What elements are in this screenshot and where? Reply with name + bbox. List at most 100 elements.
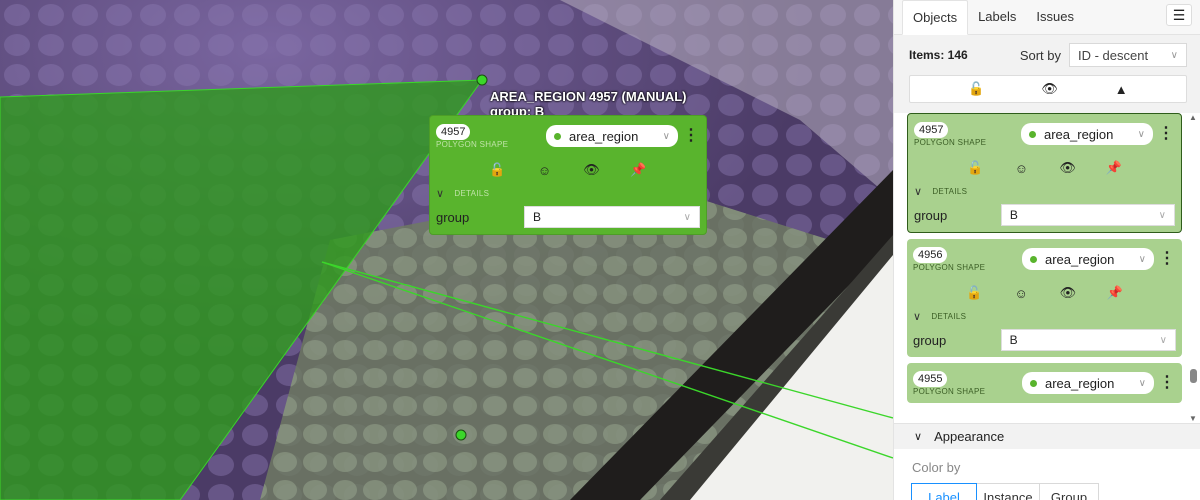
attribute-name: group	[914, 207, 948, 223]
pin-icon[interactable]: 📌	[629, 162, 649, 178]
shape-type: POLYGON SHAPE	[436, 140, 509, 149]
details-toggle[interactable]: ∨ DETAILS	[436, 186, 700, 200]
lock-all-icon[interactable]: 🔓	[968, 81, 984, 97]
attribute-value: B	[1009, 208, 1018, 222]
chevron-down-icon: ∨	[913, 310, 922, 323]
label-color-dot	[1030, 255, 1037, 263]
label-value: area_region	[1045, 375, 1115, 391]
tab-objects[interactable]: Objects	[902, 0, 969, 35]
object-id-badge: 4957	[914, 122, 949, 138]
eye-icon[interactable]: 👁	[1058, 285, 1078, 301]
label-value: area_region	[569, 128, 639, 144]
hide-all-icon[interactable]: 👁	[1041, 81, 1058, 97]
appearance-panel: ∨ Appearance Color by Label Instance Gro…	[894, 423, 1200, 500]
appearance-header[interactable]: ∨ Appearance	[894, 423, 1200, 449]
attribute-select[interactable]: B ∨	[524, 206, 700, 228]
polygon-shape	[0, 79, 484, 500]
color-by-radio-group: Label Instance Group	[911, 483, 1200, 500]
details-toggle[interactable]: ∨ DETAILS	[914, 184, 1175, 198]
sort-value: ID - descent	[1078, 47, 1149, 63]
objects-sidebar: Objects Labels Issues ☰ Items: 146 Sort …	[893, 0, 1200, 500]
details-label: DETAILS	[932, 186, 968, 196]
chevron-down-icon: ∨	[1137, 128, 1145, 140]
chevron-down-icon: ∨	[662, 130, 670, 142]
chevron-down-icon: ∨	[683, 211, 691, 223]
annotation-canvas[interactable]: AREA_REGION 4957 (MANUAL) group: B 4957 …	[0, 0, 893, 500]
person-icon[interactable]: ☺	[535, 163, 555, 178]
label-select[interactable]: area_region ∨	[1022, 248, 1154, 270]
label-select[interactable]: area_region ∨	[1022, 372, 1154, 394]
object-item[interactable]: 4955 POLYGON SHAPE area_region ∨ ⋮	[907, 363, 1182, 403]
person-icon[interactable]: ☺	[1011, 286, 1031, 301]
scrollbar-thumb[interactable]	[1190, 369, 1197, 383]
chevron-down-icon: ∨	[1159, 334, 1167, 346]
color-by-label-option[interactable]: Label	[911, 483, 977, 500]
more-options-icon[interactable]: ⋮	[1157, 126, 1175, 142]
polygon-vertex-handle	[476, 74, 488, 86]
person-icon[interactable]: ☺	[1011, 161, 1031, 176]
lock-icon[interactable]: 🔓	[965, 160, 985, 176]
objects-list-header: Items: 146 Sort by ID - descent ∨ 🔓 👁 ▲	[894, 35, 1200, 113]
polyline-edge	[321, 261, 893, 419]
label-select[interactable]: area_region ∨	[546, 125, 678, 147]
objects-list: 4957 POLYGON SHAPE area_region ∨ ⋮ 🔓 ☺ 👁…	[894, 113, 1191, 423]
label-color-dot	[1029, 130, 1036, 138]
pin-icon[interactable]: 📌	[1105, 285, 1125, 301]
object-popup-card[interactable]: 4957 POLYGON SHAPE area_region ∨ ⋮ 🔓 ☺ 👁…	[429, 115, 707, 235]
appearance-title: Appearance	[934, 429, 1005, 444]
sort-by-label: Sort by	[1019, 47, 1061, 63]
chevron-down-icon: ∨	[914, 431, 923, 443]
label-color-dot	[554, 132, 561, 140]
shape-type: POLYGON SHAPE	[913, 387, 986, 396]
object-item[interactable]: 4957 POLYGON SHAPE area_region ∨ ⋮ 🔓 ☺ 👁…	[907, 113, 1182, 233]
scroll-up-icon[interactable]: ▲	[1189, 113, 1197, 122]
attribute-name: group	[436, 209, 470, 225]
tab-issues[interactable]: Issues	[1026, 0, 1084, 34]
items-count: Items: 146	[909, 48, 968, 62]
details-label: DETAILS	[931, 311, 967, 321]
object-id-badge: 4956	[913, 247, 948, 263]
more-options-icon[interactable]: ⋮	[682, 128, 700, 144]
attribute-name: group	[913, 332, 947, 348]
attribute-value: B	[1009, 333, 1018, 347]
shape-caption-title: AREA_REGION 4957 (MANUAL)	[490, 89, 687, 104]
details-toggle[interactable]: ∨ DETAILS	[913, 309, 1176, 323]
chevron-down-icon: ∨	[914, 185, 923, 198]
collapse-all-icon[interactable]: ▲	[1115, 82, 1128, 97]
menu-icon[interactable]: ☰	[1166, 4, 1192, 26]
color-by-label: Color by	[912, 460, 961, 475]
scroll-down-icon[interactable]: ▼	[1189, 414, 1197, 423]
eye-icon[interactable]: 👁	[1058, 160, 1078, 176]
polyline-edge	[321, 261, 893, 459]
sidebar-tabs: Objects Labels Issues ☰	[894, 0, 1200, 35]
color-by-instance-option[interactable]: Instance	[976, 483, 1040, 500]
label-select[interactable]: area_region ∨	[1021, 123, 1153, 145]
annotation-overlay	[0, 74, 893, 500]
lock-icon[interactable]: 🔓	[488, 162, 508, 178]
pin-icon[interactable]: 📌	[1104, 160, 1124, 176]
objects-scrollbar[interactable]: ▲ ▼	[1186, 113, 1200, 423]
label-color-dot	[1030, 379, 1037, 387]
tab-labels[interactable]: Labels	[968, 0, 1026, 34]
shape-type: POLYGON SHAPE	[914, 138, 987, 147]
color-by-group-option[interactable]: Group	[1039, 483, 1099, 500]
eye-icon[interactable]: 👁	[582, 162, 602, 178]
chevron-down-icon: ∨	[1138, 377, 1146, 389]
label-value: area_region	[1044, 126, 1114, 142]
chevron-down-icon: ∨	[1170, 49, 1178, 61]
more-options-icon[interactable]: ⋮	[1158, 375, 1176, 391]
shape-type: POLYGON SHAPE	[913, 263, 986, 272]
lock-icon[interactable]: 🔓	[964, 285, 984, 301]
list-tools: 🔓 👁 ▲	[909, 75, 1187, 103]
object-id-badge: 4955	[913, 371, 948, 387]
object-item[interactable]: 4956 POLYGON SHAPE area_region ∨ ⋮ 🔓 ☺ 👁…	[907, 239, 1182, 357]
chevron-down-icon: ∨	[436, 187, 445, 200]
attribute-value: B	[533, 210, 542, 224]
chevron-down-icon: ∨	[1138, 253, 1146, 265]
attribute-select[interactable]: B ∨	[1000, 329, 1176, 351]
chevron-down-icon: ∨	[1158, 209, 1166, 221]
more-options-icon[interactable]: ⋮	[1158, 251, 1176, 267]
object-id-badge: 4957	[436, 124, 471, 140]
attribute-select[interactable]: B ∨	[1000, 204, 1175, 226]
sort-select[interactable]: ID - descent ∨	[1069, 43, 1187, 67]
